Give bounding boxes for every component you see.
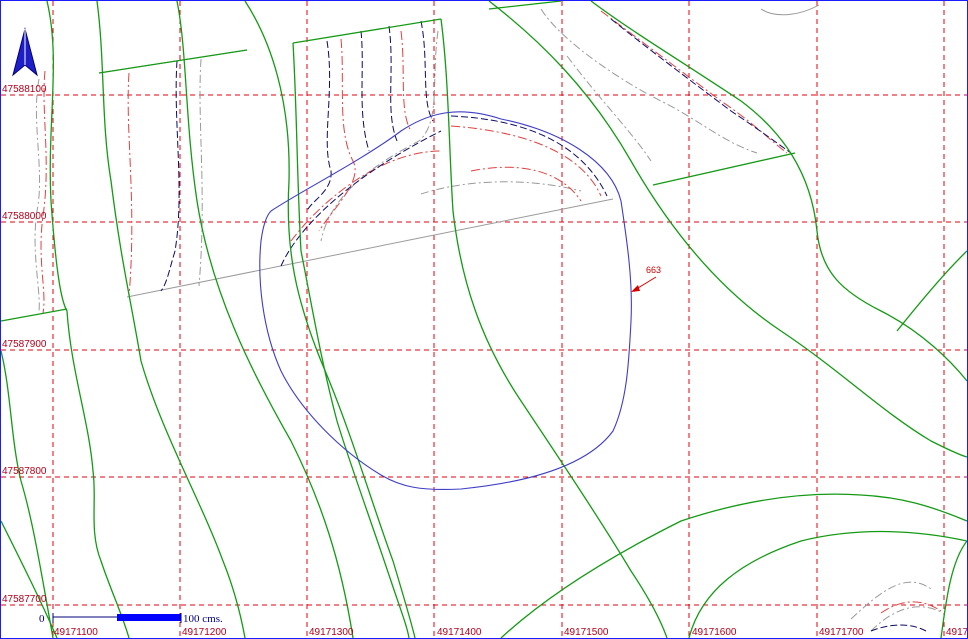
x-label: 49171600 <box>692 627 737 638</box>
grey-contour <box>420 181 582 195</box>
blue-contour <box>280 130 442 267</box>
x-label: 49171 <box>946 627 967 638</box>
arrowhead-icon <box>631 285 640 292</box>
x-label: 49171300 <box>309 627 354 638</box>
blue-contour <box>870 624 927 632</box>
scale-end-label: 100 cms. <box>183 613 223 625</box>
parcel-boundary <box>896 250 967 332</box>
x-label: 49171100 <box>54 627 98 638</box>
grey-contour <box>198 58 203 287</box>
y-label: 47587900 <box>2 339 47 350</box>
parcel-boundary <box>1 308 68 322</box>
grey-contour <box>850 581 932 620</box>
y-label: 47587700 <box>2 594 47 605</box>
red-contour <box>127 72 133 297</box>
red-contour <box>450 125 602 197</box>
grey-contour <box>34 78 41 312</box>
grey-contour <box>320 30 439 242</box>
grey-contour <box>566 55 652 162</box>
grey-boundary-line <box>126 198 614 298</box>
red-contour <box>290 150 442 242</box>
parcel-boundary <box>98 49 248 74</box>
map-drawing: 663 47588100 47588000 47587900 47587800 … <box>1 1 967 638</box>
blue-contour <box>360 30 370 152</box>
y-label: 47588100 <box>2 84 47 95</box>
parcel-boundaries <box>1 1 967 638</box>
parcel-boundary <box>96 1 246 638</box>
map-canvas[interactable]: 663 47588100 47588000 47587900 47587800 … <box>0 0 968 639</box>
red-contour <box>880 601 942 614</box>
red-contour <box>400 30 412 132</box>
x-label: 49171400 <box>437 627 482 638</box>
annotation-663: 663 <box>631 265 661 292</box>
parcel-boundary <box>1 520 58 638</box>
annotation-text: 663 <box>646 265 661 275</box>
parcel-boundary <box>46 1 130 638</box>
x-label: 49171200 <box>182 627 227 638</box>
parcel-boundary <box>488 1 967 458</box>
parcel-boundary <box>292 18 442 44</box>
parcel-boundary <box>488 1 562 10</box>
parcel-boundary <box>590 1 967 382</box>
y-label: 47588000 <box>2 211 47 222</box>
x-label: 49171700 <box>819 627 864 638</box>
parcel-boundary <box>292 42 410 638</box>
grey-contour <box>760 4 820 16</box>
parcel-boundary <box>652 152 796 186</box>
red-contour <box>470 166 582 202</box>
scale-bar-filled <box>117 614 181 621</box>
blue-contour <box>306 40 332 212</box>
blue-contour <box>388 25 398 142</box>
y-label: 47587800 <box>2 466 47 477</box>
parcel-boundary <box>940 540 967 638</box>
parcel-boundary <box>440 18 668 638</box>
blue-contour <box>420 20 434 122</box>
north-arrow-icon <box>12 27 38 77</box>
coordinate-grid <box>1 1 967 638</box>
scale-zero-label: 0 <box>39 613 45 625</box>
parcel-boundary <box>688 530 967 638</box>
scale-bar: 0 100 cms. <box>39 613 223 625</box>
red-contour <box>318 38 356 232</box>
parcel-boundary <box>244 1 416 638</box>
red-contour <box>40 70 47 314</box>
area-outline[interactable] <box>259 111 632 491</box>
x-label: 49171500 <box>564 627 609 638</box>
grey-contours <box>34 4 944 632</box>
parcel-boundary <box>500 493 967 638</box>
y-axis-labels: 47588100 47588000 47587900 47587800 4758… <box>2 84 47 605</box>
